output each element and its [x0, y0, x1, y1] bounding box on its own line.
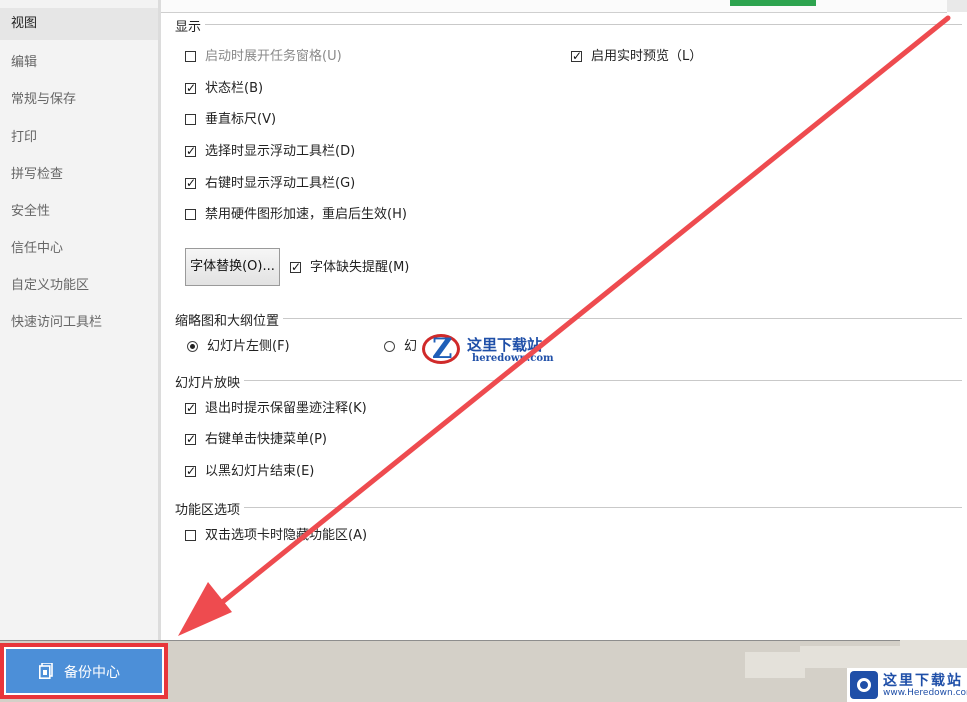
option-label: 启用实时预览（L） [591, 49, 703, 64]
section-divider [175, 24, 962, 25]
section-title-ribbon-options: 功能区选项 [175, 499, 245, 518]
checkbox[interactable] [185, 142, 196, 160]
section-divider [175, 318, 962, 319]
sidebar-item-spellcheck[interactable]: 拼写检查 [0, 159, 158, 191]
sidebar-item-general-save[interactable]: 常规与保存 [0, 84, 158, 116]
option-label: 以黑幻灯片结束(E) [205, 464, 315, 479]
sidebar-item-print[interactable]: 打印 [0, 122, 158, 154]
option-label: 字体缺失提醒(M) [310, 260, 410, 275]
backup-center-button-face[interactable]: 备份中心 [6, 649, 162, 693]
sidebar-item-customize-ribbon[interactable]: 自定义功能区 [0, 270, 158, 302]
brand-url: www.Heredown.com [883, 688, 967, 698]
section-title-slideshow: 幻灯片放映 [175, 372, 245, 391]
radio-button[interactable] [384, 341, 395, 352]
arrow-shaft [207, 15, 951, 615]
checkbox[interactable] [185, 430, 196, 448]
section-divider [175, 380, 962, 381]
sidebar-divider [158, 0, 161, 640]
blurred-region [745, 652, 805, 678]
checkbox[interactable] [571, 47, 582, 65]
green-button-edge[interactable] [730, 0, 816, 6]
option-label: 右键时显示浮动工具栏(G) [205, 176, 356, 191]
option-label: 垂直标尺(V) [205, 112, 277, 127]
watermark-url: heredown.com [472, 353, 554, 364]
option-label: 退出时提示保留墨迹注释(K) [205, 401, 367, 416]
backup-icon [39, 663, 53, 679]
option-label: 双击选项卡时隐藏功能区(A) [205, 528, 368, 543]
watermark-z-icon: Z [432, 332, 453, 365]
watermark-logo: Z 这里下载站 heredown.com [412, 330, 562, 374]
checkbox[interactable] [185, 79, 196, 97]
brand-name: 这里下载站 [883, 673, 963, 689]
checkbox[interactable] [290, 258, 301, 276]
option-label: 右键单击快捷菜单(P) [205, 432, 327, 447]
section-divider [175, 507, 962, 508]
checkbox[interactable] [185, 209, 196, 220]
option-label: 状态栏(B) [205, 81, 264, 96]
checkbox[interactable] [185, 51, 196, 62]
sidebar-item-view[interactable]: 视图 [0, 8, 158, 40]
checkbox[interactable] [185, 114, 196, 125]
top-toolbar-strip [160, 0, 947, 13]
blurred-region [800, 646, 900, 668]
checkbox[interactable] [185, 174, 196, 192]
backup-center-button[interactable]: 备份中心 [0, 643, 168, 699]
blurred-region [900, 640, 967, 670]
arrow-head [178, 582, 232, 636]
sidebar-item-security[interactable]: 安全性 [0, 196, 158, 228]
bottom-bar-border [0, 640, 967, 641]
sidebar-item-trust-center[interactable]: 信任中心 [0, 233, 158, 265]
sidebar-item-quick-access-toolbar[interactable]: 快速访问工具栏 [0, 307, 158, 339]
option-label: 启动时展开任务窗格(U) [205, 49, 342, 64]
option-label: 幻灯片左侧(F) [207, 339, 290, 354]
brand-icon [850, 671, 878, 699]
scroll-corner [947, 0, 967, 12]
checkbox[interactable] [185, 462, 196, 480]
options-sidebar: 视图 编辑 常规与保存 打印 拼写检查 安全性 信任中心 自定义功能区 快速访问… [0, 0, 161, 640]
site-brand-logo: 这里下载站 www.Heredown.com [847, 668, 967, 702]
radio-button[interactable] [187, 341, 198, 352]
sidebar-item-edit[interactable]: 编辑 [0, 47, 158, 79]
option-label: 选择时显示浮动工具栏(D) [205, 144, 356, 159]
backup-center-label: 备份中心 [64, 665, 120, 681]
section-title-thumbnail-position: 缩略图和大纲位置 [175, 310, 284, 329]
option-label: 禁用硬件图形加速，重启后生效(H) [205, 207, 407, 222]
font-replace-button[interactable]: 字体替换(O)... [185, 248, 280, 286]
checkbox[interactable] [185, 530, 196, 541]
watermark-name: 这里下载站 [467, 336, 543, 354]
section-title-display: 显示 [175, 16, 206, 35]
checkbox[interactable] [185, 399, 196, 417]
